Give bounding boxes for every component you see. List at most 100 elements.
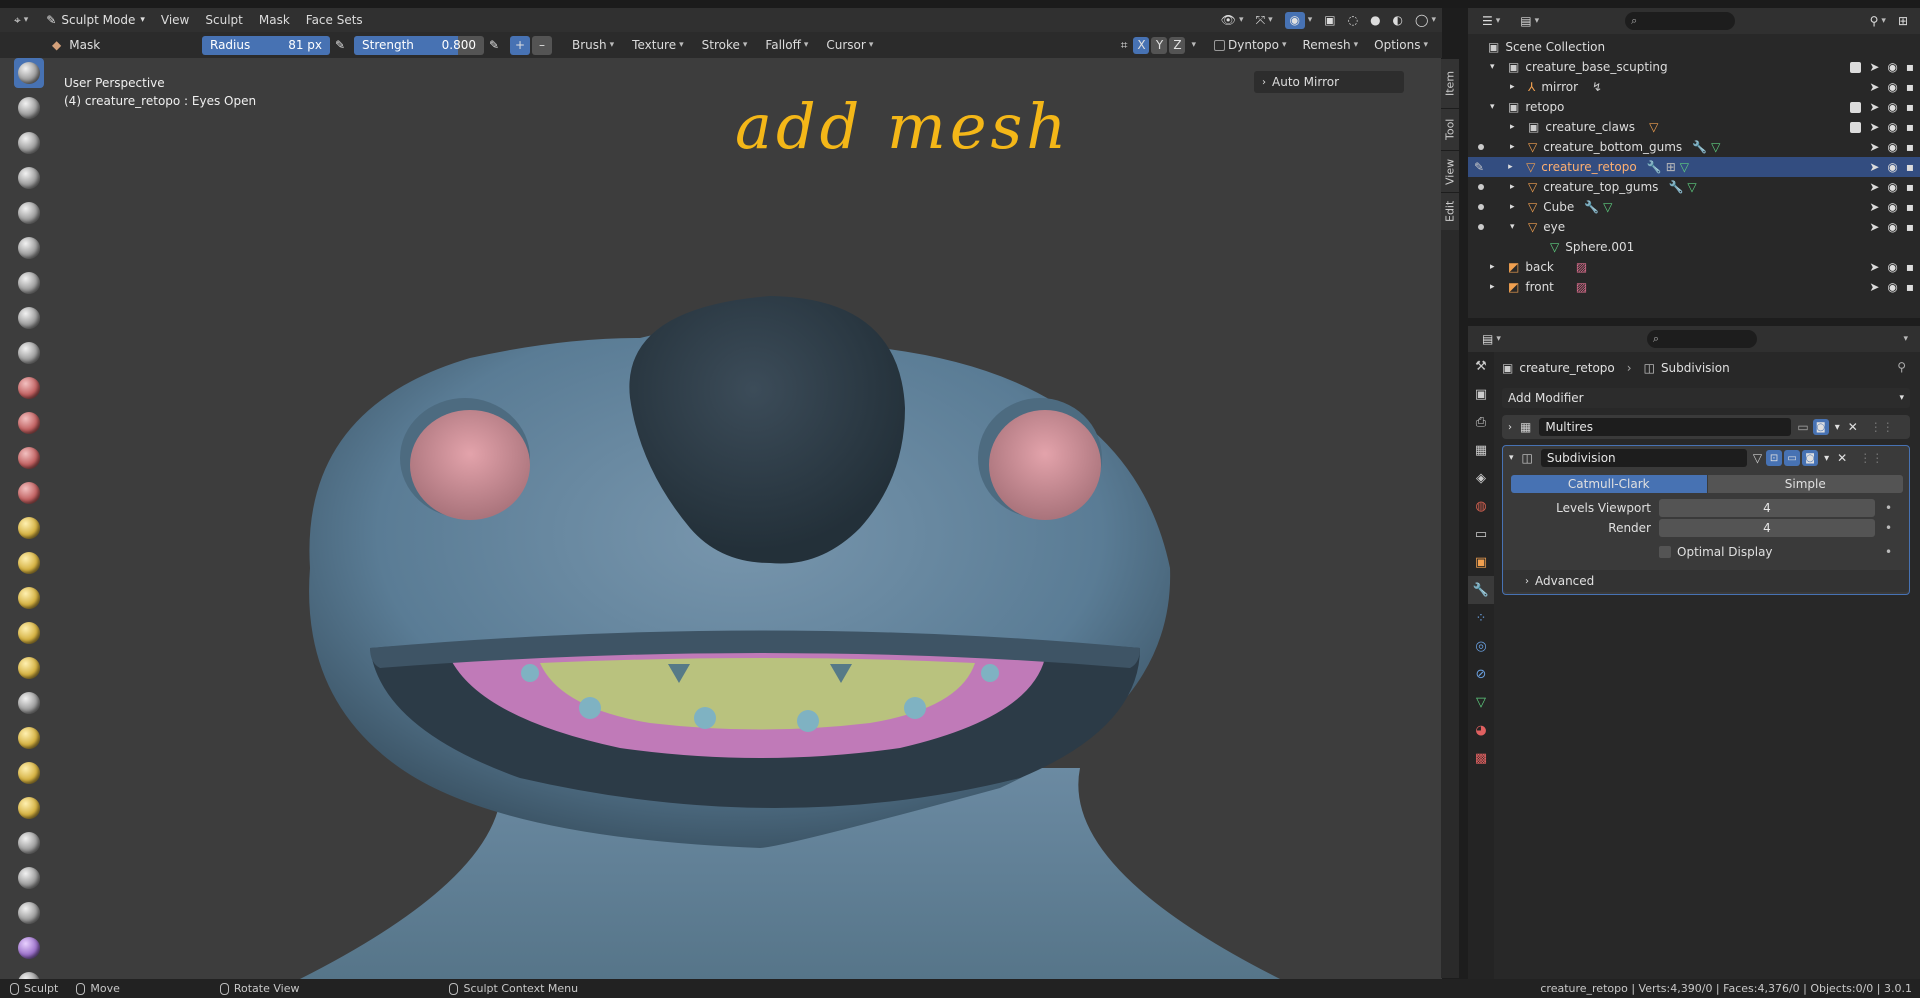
scene-tab-icon[interactable]: ◈ <box>1468 464 1494 492</box>
close-icon[interactable]: ✕ <box>1848 420 1858 434</box>
keyframe-dot-icon[interactable]: • <box>1885 545 1892 559</box>
physics-tab-icon[interactable]: ◎ <box>1468 632 1494 660</box>
mask-add-button[interactable]: + <box>510 35 530 55</box>
properties-search-input[interactable]: ⌕ <box>1646 330 1757 348</box>
eye-icon[interactable]: ◉ <box>1887 160 1897 174</box>
exclude-checkbox[interactable] <box>1850 101 1862 113</box>
pin-icon[interactable]: ⚲ <box>1897 360 1906 374</box>
texture-tab-icon[interactable]: ▩ <box>1468 744 1494 772</box>
mask-subtract-button[interactable]: – <box>532 35 552 55</box>
drag-handle-icon[interactable]: ⋮⋮ <box>1870 420 1894 434</box>
select-icon[interactable]: ➤ <box>1869 260 1879 274</box>
tool-simplify[interactable] <box>14 933 44 963</box>
modifier-tab-icon[interactable]: 🔧 <box>1468 576 1494 604</box>
select-icon[interactable]: ➤ <box>1869 180 1879 194</box>
tool-draw-sharp[interactable] <box>14 93 44 123</box>
viewport-toggle-icon[interactable]: ▭ <box>1797 420 1808 434</box>
camera-icon[interactable]: ▪ <box>1906 180 1914 194</box>
mirror-y-toggle[interactable]: Y <box>1151 36 1168 54</box>
tool-rotate[interactable] <box>14 793 44 823</box>
multires-name-field[interactable]: Multires <box>1539 418 1792 436</box>
camera-icon[interactable]: ▪ <box>1906 60 1914 74</box>
eye-icon[interactable]: ◉ <box>1887 220 1897 234</box>
tool-clay[interactable] <box>14 128 44 158</box>
outliner-row[interactable]: ▸ ◩ back ▨ ➤ ◉ ▪ <box>1468 257 1920 277</box>
outliner-row[interactable]: ▸ ◩ front ▨ ➤ ◉ ▪ <box>1468 277 1920 297</box>
object-tab-icon[interactable]: ▣ <box>1468 548 1494 576</box>
tool-pinch[interactable] <box>14 548 44 578</box>
cursor-dropdown[interactable]: Cursor ▾ <box>820 38 879 52</box>
tool-draw[interactable] <box>14 58 44 88</box>
auto-mirror-panel[interactable]: › Auto Mirror <box>1254 71 1404 93</box>
outliner-editor-type[interactable]: ☰ ▾ <box>1476 14 1506 28</box>
camera-icon[interactable]: ▪ <box>1906 100 1914 114</box>
tool-layer[interactable] <box>14 233 44 263</box>
render-toggle-icon[interactable]: ◙ <box>1812 419 1829 435</box>
display-mode-dropdown[interactable]: ▤ ▾ <box>1514 14 1545 28</box>
select-icon[interactable]: ➤ <box>1869 60 1879 74</box>
outliner-row[interactable]: ▸ ⅄ mirror ↯ ➤ ◉ ▪ <box>1468 77 1920 97</box>
world-tab-icon[interactable]: ◍ <box>1468 492 1494 520</box>
tool-pose[interactable] <box>14 723 44 753</box>
properties-options-dropdown[interactable]: ▾ <box>1897 334 1914 344</box>
viewport-toggle-icon[interactable]: ▭ <box>1784 450 1801 466</box>
falloff-dropdown[interactable]: Falloff ▾ <box>759 38 814 52</box>
menu-mask[interactable]: Mask <box>251 8 298 32</box>
visibility-dropdown[interactable]: 👁 ▾ <box>1215 13 1250 27</box>
keyframe-dot-icon[interactable]: • <box>1885 521 1892 535</box>
camera-icon[interactable]: ▪ <box>1906 80 1914 94</box>
dyntopo-toggle[interactable]: Dyntopo ▾ <box>1208 38 1292 52</box>
levels-viewport-field[interactable]: 4 <box>1659 499 1875 517</box>
outliner-row-selected[interactable]: ✎ ▸ ▽ creature_retopo 🔧 ⊞ ▽ ➤ ◉ ▪ <box>1468 157 1920 177</box>
chevron-down-icon[interactable]: ▾ <box>1835 422 1840 433</box>
mode-dropdown[interactable]: ✎ Sculpt Mode ▾ <box>38 10 153 30</box>
advanced-subpanel[interactable]: › Advanced <box>1503 570 1909 592</box>
tool-smooth[interactable] <box>14 373 44 403</box>
tab-edit[interactable]: Edit <box>1441 192 1459 230</box>
chevron-right-icon[interactable]: › <box>1508 422 1512 433</box>
exclude-checkbox[interactable] <box>1850 61 1862 73</box>
eye-icon[interactable]: ◉ <box>1887 100 1897 114</box>
view-layer-tab-icon[interactable]: ▦ <box>1468 436 1494 464</box>
tool-snake-hook[interactable] <box>14 653 44 683</box>
xray-toggle[interactable]: ▣ <box>1318 13 1341 27</box>
exclude-checkbox[interactable] <box>1850 121 1862 133</box>
keyframe-dot-icon[interactable]: • <box>1885 501 1892 515</box>
brush-selector[interactable]: ◆ Mask <box>52 35 194 55</box>
gizmo-dropdown[interactable]: ⤧ ▾ <box>1250 13 1279 28</box>
outliner-row[interactable]: ▾ ▣ retopo ➤ ◉ ▪ <box>1468 97 1920 117</box>
eye-icon[interactable]: ◉ <box>1887 80 1897 94</box>
chevron-down-icon[interactable]: ▾ <box>1824 453 1829 464</box>
eye-icon[interactable]: ◉ <box>1887 260 1897 274</box>
tool-elastic-deform[interactable] <box>14 618 44 648</box>
tab-item[interactable]: Item <box>1441 58 1459 108</box>
select-icon[interactable]: ➤ <box>1869 100 1879 114</box>
particles-tab-icon[interactable]: ⁘ <box>1468 604 1494 632</box>
3d-viewport[interactable]: ⌖ ▾ ✎ Sculpt Mode ▾ View Sculpt Mask Face… <box>0 8 1442 979</box>
chevron-down-icon[interactable]: ▾ <box>1509 453 1514 463</box>
tool-slide-relax[interactable] <box>14 828 44 858</box>
tool-inflate[interactable] <box>14 268 44 298</box>
eye-icon[interactable]: ◉ <box>1887 200 1897 214</box>
tool-thumb[interactable] <box>14 688 44 718</box>
eye-icon[interactable]: ◉ <box>1887 280 1897 294</box>
render-toggle-icon[interactable]: ◙ <box>1802 450 1819 466</box>
drag-handle-icon[interactable]: ⋮⋮ <box>1859 451 1883 465</box>
tab-view[interactable]: View <box>1441 150 1459 192</box>
catmull-clark-button[interactable]: Catmull-Clark <box>1511 475 1707 493</box>
symmetry-dropdown[interactable]: ▾ <box>1185 40 1202 50</box>
mirror-x-toggle[interactable]: X <box>1133 36 1150 54</box>
tool-clay-strips[interactable] <box>14 163 44 193</box>
render-tab-icon[interactable]: ▣ <box>1468 380 1494 408</box>
outliner-row[interactable]: ▸ ▣ creature_claws ▽ ➤ ◉ ▪ <box>1468 117 1920 137</box>
tab-tool[interactable]: Tool <box>1441 108 1459 150</box>
eye-icon[interactable]: ◉ <box>1887 60 1897 74</box>
tool-crease[interactable] <box>14 338 44 368</box>
shading-wireframe[interactable]: ◌ <box>1342 13 1364 27</box>
collection-tab-icon[interactable]: ▭ <box>1468 520 1494 548</box>
brush-dropdown[interactable]: Brush ▾ <box>566 38 620 52</box>
shading-solid[interactable]: ● <box>1364 13 1386 27</box>
menu-sculpt[interactable]: Sculpt <box>197 8 250 32</box>
camera-icon[interactable]: ▪ <box>1906 120 1914 134</box>
close-icon[interactable]: ✕ <box>1837 451 1847 465</box>
